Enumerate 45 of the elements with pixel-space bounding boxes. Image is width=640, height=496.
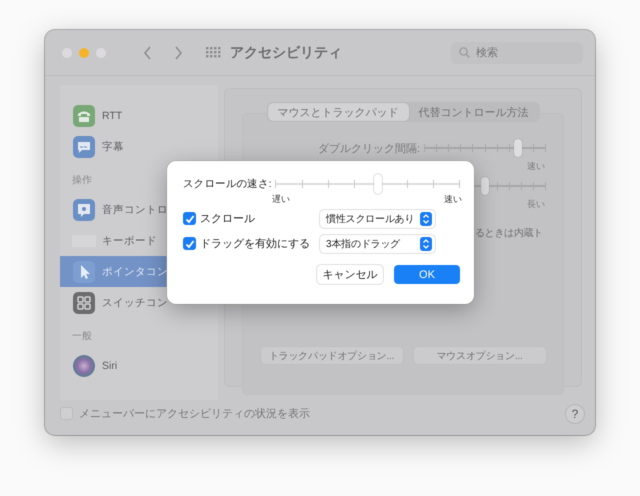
slider-max-label: 長い	[527, 198, 545, 211]
popup-menu[interactable]: 3本指のドラッグ	[320, 234, 435, 252]
minimize-button[interactable]	[79, 48, 89, 58]
tab[interactable]: 代替コントロール方法	[408, 103, 538, 121]
slider-max-label: 速い	[444, 193, 462, 206]
sidebar-item[interactable]: スイッチコン	[60, 287, 218, 318]
options-button[interactable]: マウスオプション...	[414, 347, 546, 364]
slider-max-label: 速い	[527, 160, 545, 173]
help-button[interactable]: ?	[565, 404, 585, 424]
orb-icon	[73, 354, 95, 376]
search-icon	[459, 47, 470, 58]
checkbox-label: ドラッグを有効にする	[200, 237, 311, 251]
section-header: 一般	[72, 330, 92, 343]
checkbox[interactable]	[183, 237, 196, 250]
grid-icon[interactable]	[206, 47, 221, 58]
sidebar-item[interactable]: 字幕	[60, 131, 218, 162]
checkbox-label: スクロール	[200, 212, 256, 226]
window-title: アクセシビリティ	[230, 44, 342, 62]
checkbox-label: メニューバーにアクセシビリティの状況を表示	[79, 407, 310, 421]
slider-thumb[interactable]	[374, 174, 382, 194]
back-icon[interactable]	[143, 46, 152, 60]
chevron-updown-icon	[420, 212, 432, 226]
slider-label: スクロールの速さ:	[183, 177, 272, 191]
checkbox-label: るときは内蔵ト	[475, 228, 543, 239]
slider-thumb[interactable]	[480, 177, 488, 195]
pointer-icon	[73, 260, 95, 282]
cancel-button[interactable]: キャンセル	[317, 265, 383, 284]
sidebar-item[interactable]: RTT	[60, 100, 218, 131]
tab[interactable]: マウスとトラックパッド	[268, 103, 408, 121]
search-field[interactable]: 検索	[451, 42, 583, 64]
speech-bubble-icon	[73, 198, 95, 220]
speech-bubble-icon	[73, 136, 95, 158]
grid-icon	[73, 292, 95, 314]
chevron-updown-icon	[420, 236, 432, 250]
options-button[interactable]: トラックパッドオプション...	[260, 347, 402, 364]
slider-min-label: 遅い	[272, 193, 290, 206]
slider-thumb[interactable]	[514, 139, 522, 157]
telephone-icon	[73, 104, 95, 126]
popup-menu[interactable]: 慣性スクロールあり	[320, 210, 435, 228]
sidebar-item[interactable]: Siri	[60, 350, 218, 381]
ok-button[interactable]: OK	[394, 265, 460, 284]
slider-label: ダブルクリック間隔:	[318, 142, 420, 156]
forward-icon[interactable]	[174, 46, 183, 60]
checkbox[interactable]	[183, 212, 196, 225]
section-header: 操作	[72, 174, 92, 187]
